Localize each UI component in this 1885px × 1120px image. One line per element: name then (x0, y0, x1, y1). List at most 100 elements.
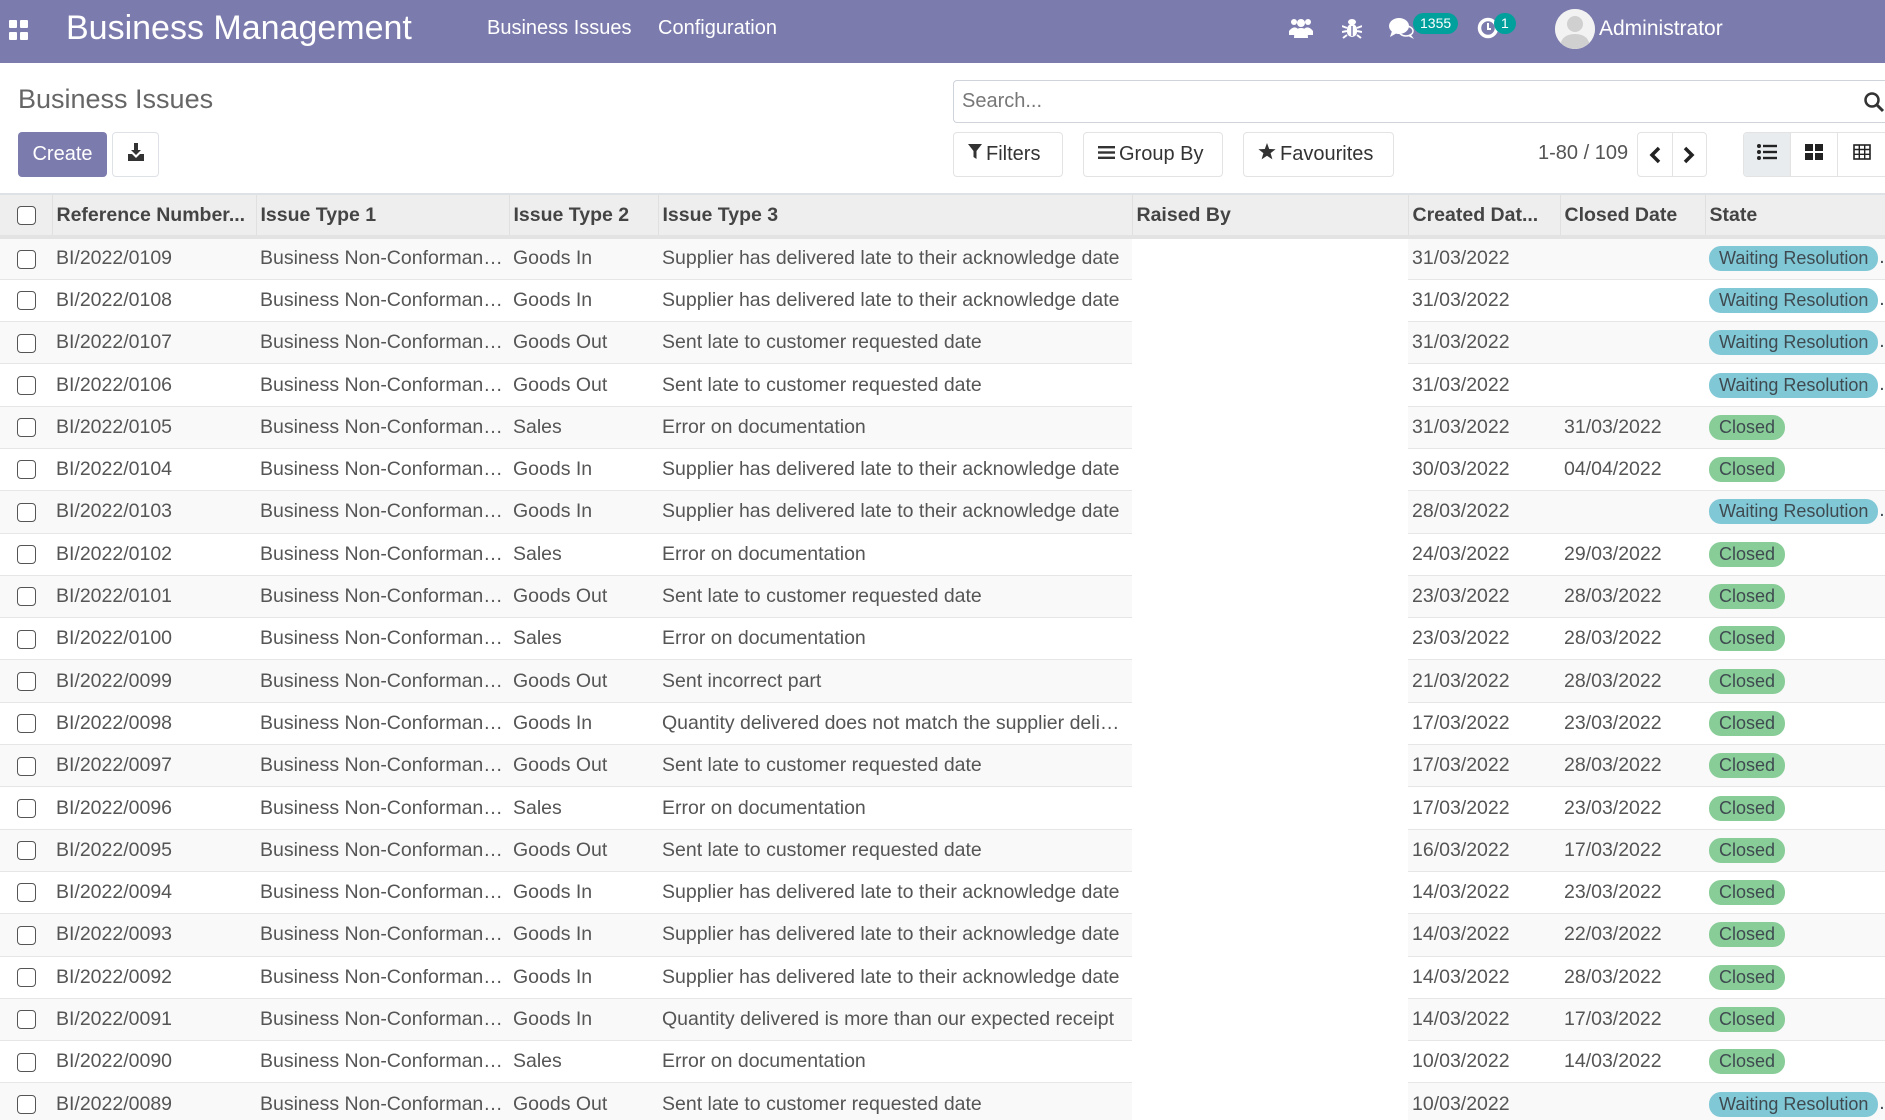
state-badge: Closed (1709, 710, 1786, 736)
apps-grid-icon[interactable] (9, 20, 29, 40)
checkbox[interactable] (17, 460, 36, 480)
bug-icon[interactable] (1341, 17, 1363, 44)
table-row[interactable]: BI/2022/0101 Business Non-Conforman… Goods… (0, 575, 1885, 619)
state-badge: Closed (1709, 457, 1786, 483)
table-row[interactable]: BI/2022/0102 Business Non-Conforman… Sales… (0, 533, 1885, 576)
cell-state: Closed (1705, 998, 1885, 1042)
table-row[interactable]: BI/2022/0107 Business Non-Conforman… Goods… (0, 321, 1885, 365)
column-header-state[interactable]: State (1704, 193, 1885, 239)
row-checkbox[interactable] (0, 533, 52, 576)
checkbox[interactable] (17, 968, 36, 988)
row-checkbox[interactable] (0, 998, 52, 1042)
column-header-reference[interactable]: Reference Number... (51, 193, 256, 239)
bars-icon (1098, 143, 1115, 166)
group-by-button[interactable]: Group By (1083, 132, 1223, 177)
table-row[interactable]: BI/2022/0109 Business Non-Conforman… Goods… (0, 237, 1885, 280)
column-header-issue-type-2[interactable]: Issue Type 2 (508, 193, 658, 239)
row-checkbox[interactable] (0, 744, 52, 788)
checkbox[interactable] (17, 249, 36, 269)
checkbox[interactable] (17, 671, 36, 691)
table-row[interactable]: BI/2022/0090 Business Non-Conforman… Sales… (0, 1040, 1885, 1084)
checkbox[interactable] (17, 545, 36, 565)
table-row[interactable]: BI/2022/0096 Business Non-Conforman… Sales… (0, 786, 1885, 830)
table-row[interactable]: BI/2022/0106 Business Non-Conforman… Goods… (0, 363, 1885, 407)
checkbox[interactable] (17, 714, 36, 734)
row-checkbox[interactable] (0, 659, 52, 703)
row-checkbox[interactable] (0, 237, 52, 280)
checkbox[interactable] (17, 375, 36, 395)
table-row[interactable]: BI/2022/0089 Business Non-Conforman… Goods… (0, 1082, 1885, 1120)
kanban-view-button[interactable] (1791, 133, 1838, 176)
filters-button[interactable]: Filters (953, 132, 1063, 177)
row-checkbox[interactable] (0, 786, 52, 830)
search-icon[interactable] (1863, 91, 1885, 118)
column-header-raised-by[interactable]: Raised By (1131, 193, 1408, 239)
pager-previous-button[interactable] (1638, 133, 1673, 176)
table-row[interactable]: BI/2022/0097 Business Non-Conforman… Goods… (0, 744, 1885, 788)
list-view-button[interactable] (1744, 133, 1791, 176)
table-row[interactable]: BI/2022/0100 Business Non-Conforman… Sales… (0, 617, 1885, 661)
checkbox[interactable] (17, 291, 36, 311)
user-avatar[interactable] (1555, 9, 1595, 49)
row-checkbox[interactable] (0, 406, 52, 449)
column-header-closed-date[interactable]: Closed Date (1559, 193, 1705, 239)
row-checkbox[interactable] (0, 829, 52, 872)
row-checkbox[interactable] (0, 617, 52, 661)
select-all-checkbox[interactable] (0, 193, 52, 239)
row-checkbox[interactable] (0, 321, 52, 365)
checkbox[interactable] (17, 333, 36, 353)
table-row[interactable]: BI/2022/0103 Business Non-Conforman… Goods… (0, 490, 1885, 534)
create-button[interactable]: Create (18, 132, 107, 177)
row-checkbox[interactable] (0, 363, 52, 407)
checkbox[interactable] (17, 1052, 36, 1072)
table-row[interactable]: BI/2022/0094 Business Non-Conforman… Goods… (0, 871, 1885, 915)
pivot-view-button[interactable] (1838, 133, 1885, 176)
row-checkbox[interactable] (0, 575, 52, 619)
cell-state: Closed (1705, 406, 1885, 449)
checkbox[interactable] (17, 629, 36, 649)
checkbox[interactable] (17, 883, 36, 903)
row-checkbox[interactable] (0, 1082, 52, 1120)
checkbox[interactable] (17, 1094, 36, 1114)
chat-icon[interactable] (1389, 17, 1415, 46)
users-icon[interactable] (1289, 17, 1313, 44)
row-checkbox[interactable] (0, 956, 52, 999)
row-checkbox[interactable] (0, 913, 52, 957)
table-row[interactable]: BI/2022/0095 Business Non-Conforman… Goods… (0, 829, 1885, 872)
table-row[interactable]: BI/2022/0104 Business Non-Conforman… Goods… (0, 448, 1885, 492)
checkbox[interactable] (17, 587, 36, 607)
checkbox[interactable] (17, 756, 36, 776)
checkbox[interactable] (17, 418, 36, 438)
pager-value[interactable]: 1-80 / 109 (1538, 142, 1628, 165)
row-checkbox[interactable] (0, 1040, 52, 1084)
column-header-issue-type-1[interactable]: Issue Type 1 (255, 193, 509, 239)
state-badge: Closed (1709, 584, 1786, 610)
pager-next-button[interactable] (1673, 133, 1707, 176)
table-row[interactable]: BI/2022/0098 Business Non-Conforman… Goods… (0, 702, 1885, 746)
table-row[interactable]: BI/2022/0099 Business Non-Conforman… Goods… (0, 659, 1885, 703)
cell-issue-type-2: Goods Out (509, 829, 658, 872)
table-row[interactable]: BI/2022/0093 Business Non-Conforman… Goods… (0, 913, 1885, 957)
table-row[interactable]: BI/2022/0108 Business Non-Conforman… Goods… (0, 279, 1885, 323)
checkbox[interactable] (17, 798, 36, 818)
favourites-button[interactable]: Favourites (1243, 132, 1394, 177)
row-checkbox[interactable] (0, 871, 52, 915)
row-checkbox[interactable] (0, 702, 52, 746)
checkbox[interactable] (17, 502, 36, 522)
checkbox[interactable] (17, 841, 36, 861)
row-checkbox[interactable] (0, 490, 52, 534)
table-row[interactable]: BI/2022/0105 Business Non-Conforman… Sales… (0, 406, 1885, 449)
checkbox[interactable] (17, 1010, 36, 1030)
menu-configuration[interactable]: Configuration (658, 17, 777, 40)
column-header-issue-type-3[interactable]: Issue Type 3 (657, 193, 1132, 239)
search-input[interactable] (954, 81, 1885, 122)
table-row[interactable]: BI/2022/0092 Business Non-Conforman… Goods… (0, 956, 1885, 999)
menu-business-issues[interactable]: Business Issues (487, 17, 632, 40)
row-checkbox[interactable] (0, 448, 52, 492)
table-row[interactable]: BI/2022/0091 Business Non-Conforman… Goods… (0, 998, 1885, 1042)
user-menu[interactable]: Administrator (1599, 17, 1723, 41)
column-header-created-date[interactable]: Created Dat... (1407, 193, 1560, 239)
checkbox[interactable] (17, 925, 36, 945)
row-checkbox[interactable] (0, 279, 52, 323)
download-button[interactable] (112, 132, 159, 177)
